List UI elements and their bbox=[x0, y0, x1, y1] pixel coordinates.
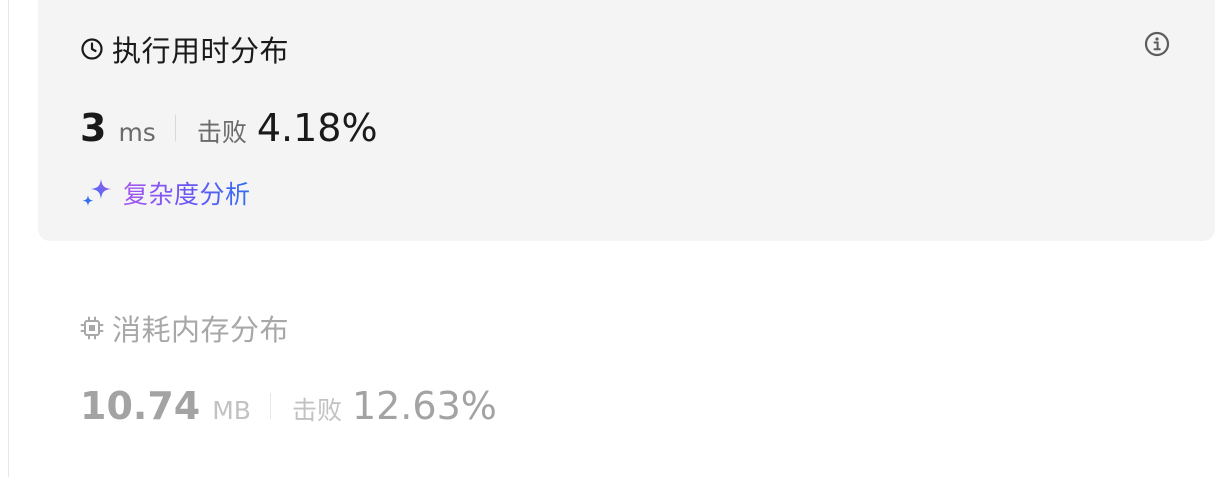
info-button[interactable] bbox=[1139, 26, 1175, 62]
memory-stats: 10.74 MB 击败 12.63% bbox=[80, 384, 497, 428]
memory-header[interactable]: 消耗内存分布 bbox=[80, 311, 289, 347]
chip-icon bbox=[80, 316, 104, 340]
runtime-header: 执行用时分布 bbox=[80, 34, 289, 68]
runtime-beat-label: 击败 bbox=[196, 118, 247, 147]
stat-separator bbox=[174, 115, 176, 141]
left-divider bbox=[8, 0, 9, 477]
complexity-analysis-label: 复杂度分析 bbox=[123, 175, 251, 211]
runtime-beat-percent: 4.18% bbox=[256, 106, 378, 150]
sparkle-icon bbox=[80, 177, 114, 209]
memory-beat-label: 击败 bbox=[291, 396, 342, 425]
memory-value: 10.74 bbox=[80, 384, 201, 428]
clock-icon bbox=[80, 37, 104, 61]
info-icon bbox=[1144, 31, 1170, 57]
runtime-stats: 3 ms 击败 4.18% bbox=[80, 106, 378, 150]
memory-unit: MB bbox=[212, 396, 251, 425]
runtime-unit: ms bbox=[118, 118, 156, 147]
memory-beat-percent: 12.63% bbox=[351, 384, 497, 428]
runtime-title: 执行用时分布 bbox=[112, 34, 290, 68]
runtime-value: 3 bbox=[80, 106, 107, 150]
memory-title: 消耗内存分布 bbox=[112, 313, 290, 347]
complexity-analysis-link[interactable]: 复杂度分析 bbox=[80, 175, 251, 211]
stat-separator bbox=[269, 393, 271, 419]
